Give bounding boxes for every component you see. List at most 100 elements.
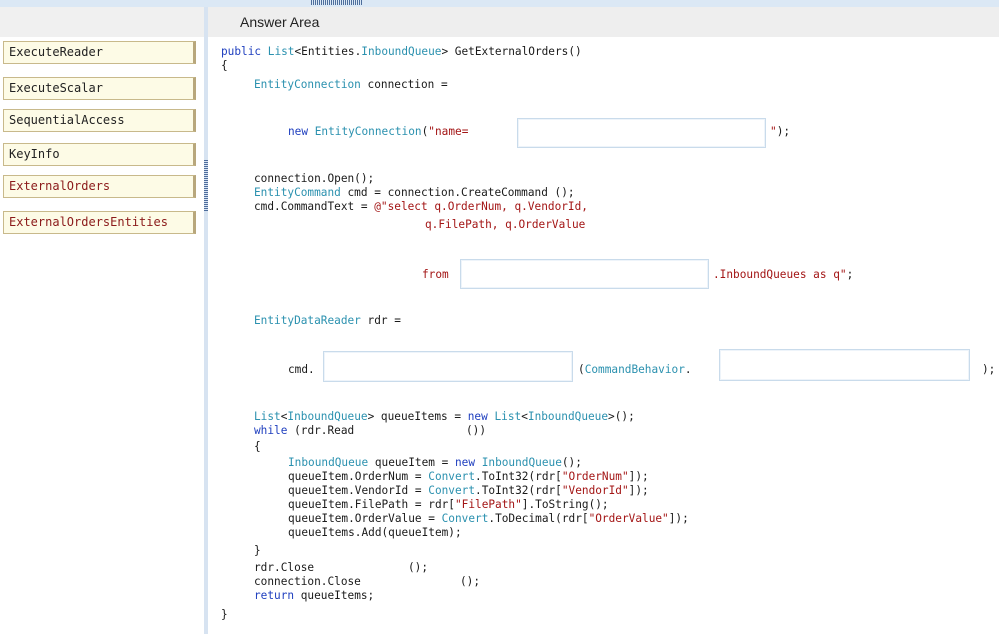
choices-header <box>0 7 204 37</box>
code-reader-decl: EntityDataReader rdr = <box>254 314 401 328</box>
type-name: InboundQueue <box>288 456 369 469</box>
code-while-line: while (rdr.Read <box>254 424 355 438</box>
code-add-line: queueItems.Add(queueItem); <box>288 526 462 539</box>
code-item-decl: InboundQueue queueItem = new InboundQueu… <box>288 456 582 470</box>
code-text: .ToDecimal(rdr[ <box>488 512 589 525</box>
code-text: queueItem.VendorId = <box>288 484 429 497</box>
code-connection-decl: EntityConnection connection = <box>254 78 448 92</box>
keyword: while <box>254 424 288 437</box>
drop-target-command-behavior[interactable] <box>719 349 970 381</box>
code-text: . <box>684 363 692 376</box>
code-text: connection = <box>360 78 448 91</box>
code-exec-prefix: cmd. <box>288 363 315 376</box>
type-name: EntityDataReader <box>254 314 361 327</box>
type-name: List <box>267 45 295 58</box>
code-text: ].ToString(); <box>521 498 609 511</box>
choice-keyinfo[interactable]: KeyInfo <box>3 143 196 166</box>
code-text: ); <box>776 125 791 138</box>
code-commandtext-line: cmd.CommandText = @"select q.OrderNum, q… <box>254 200 588 214</box>
code-while-tail: ()) <box>466 424 487 437</box>
top-resize-grip[interactable] <box>311 0 363 5</box>
code-text: > GetExternalOrders() <box>441 45 582 58</box>
code-text: queueItem = <box>368 456 455 469</box>
code-text: > queueItems = <box>367 410 468 423</box>
string-literal: "OrderNum" <box>561 470 629 483</box>
string-literal: .InboundQueues as q" <box>713 268 847 281</box>
drop-target-entity-container[interactable] <box>460 259 709 289</box>
code-new-connection: new EntityConnection("name= <box>288 125 469 139</box>
code-inner-brace-close: } <box>254 544 261 557</box>
string-literal: "FilePath" <box>454 498 522 511</box>
string-literal: @"select q.OrderNum, q.VendorId, <box>374 200 588 213</box>
code-exec-middle: (CommandBehavior. <box>578 363 692 377</box>
type-name: EntityCommand <box>254 186 341 199</box>
code-text: cmd = connection.CreateCommand (); <box>340 186 575 199</box>
code-exec-close: ); <box>982 363 996 376</box>
choice-externalorders[interactable]: ExternalOrders <box>3 175 196 198</box>
type-name: Convert <box>428 484 476 497</box>
panel-splitter[interactable] <box>204 7 208 634</box>
top-bar <box>0 0 999 7</box>
code-text: (); <box>561 456 582 469</box>
code-text: queueItem.OrderNum = <box>288 470 429 483</box>
code-inner-brace-open: { <box>254 440 261 453</box>
choice-sequentialaccess[interactable]: SequentialAccess <box>3 109 196 132</box>
drop-target-execute-method[interactable] <box>323 351 573 382</box>
choice-externalordersentities[interactable]: ExternalOrdersEntities <box>3 211 196 234</box>
code-ordervalue-line: queueItem.OrderValue = Convert.ToDecimal… <box>288 512 689 526</box>
code-from-keyword: from <box>422 268 449 281</box>
type-name: EntityConnection <box>314 125 422 138</box>
type-name: List <box>254 410 281 423</box>
type-name: InboundQueue <box>527 410 609 423</box>
type-name: Convert <box>428 470 476 483</box>
code-brace-open: { <box>221 59 228 72</box>
string-literal: "VendorId" <box>561 484 629 497</box>
code-text: .ToInt32(rdr[ <box>475 484 562 497</box>
answer-area-header: Answer Area <box>208 7 999 37</box>
type-name: List <box>494 410 522 423</box>
code-reader-close-tail: (); <box>408 561 429 574</box>
keyword: public <box>221 45 262 58</box>
choice-executereader[interactable]: ExecuteReader <box>3 41 196 64</box>
code-vendorid-line: queueItem.VendorId = Convert.ToInt32(rdr… <box>288 484 649 498</box>
type-name: CommandBehavior <box>584 363 685 376</box>
type-name: InboundQueue <box>361 45 442 58</box>
keyword: new <box>454 456 476 469</box>
code-text: (rdr.Read <box>287 424 355 437</box>
code-method-signature: public List<Entities.InboundQueue> GetEx… <box>221 45 582 59</box>
code-open-line: connection.Open(); <box>254 172 375 185</box>
splitter-grip[interactable] <box>204 160 208 212</box>
code-text: ; <box>846 268 854 281</box>
drop-target-connection-name[interactable] <box>517 118 766 148</box>
type-name: InboundQueue <box>287 410 368 423</box>
answer-area-title: Answer Area <box>240 14 320 30</box>
type-name: EntityConnection <box>254 78 361 91</box>
code-filepath-line: queueItem.FilePath = rdr["FilePath"].ToS… <box>288 498 609 512</box>
code-command-decl: EntityCommand cmd = connection.CreateCom… <box>254 186 575 200</box>
code-reader-close: rdr.Close <box>254 561 315 574</box>
code-text: .ToInt32(rdr[ <box>475 470 562 483</box>
type-name: Convert <box>441 512 489 525</box>
code-brace-close: } <box>221 608 228 621</box>
keyword: new <box>467 410 488 423</box>
type-name: InboundQueue <box>481 456 562 469</box>
code-connection-close-tail: (); <box>460 575 481 588</box>
code-new-connection-end: "); <box>770 125 791 139</box>
code-text: <Entities. <box>294 45 362 58</box>
code-text: queueItem.OrderValue = <box>288 512 442 525</box>
choice-executescalar[interactable]: ExecuteScalar <box>3 77 196 100</box>
code-text: ( <box>578 363 585 376</box>
code-text: rdr = <box>360 314 401 327</box>
code-return-line: return queueItems; <box>254 589 375 603</box>
code-connection-close: connection.Close <box>254 575 361 588</box>
string-literal: "name= <box>428 125 469 138</box>
choices-panel <box>0 7 204 634</box>
code-text: queueItems; <box>294 589 375 602</box>
code-text: >(); <box>608 410 635 423</box>
string-literal: " <box>770 125 777 138</box>
code-text: queueItem.FilePath = rdr[ <box>288 498 455 511</box>
code-text: ]); <box>628 470 649 483</box>
code-ordernum-line: queueItem.OrderNum = Convert.ToInt32(rdr… <box>288 470 649 484</box>
code-text: ]); <box>628 484 649 497</box>
